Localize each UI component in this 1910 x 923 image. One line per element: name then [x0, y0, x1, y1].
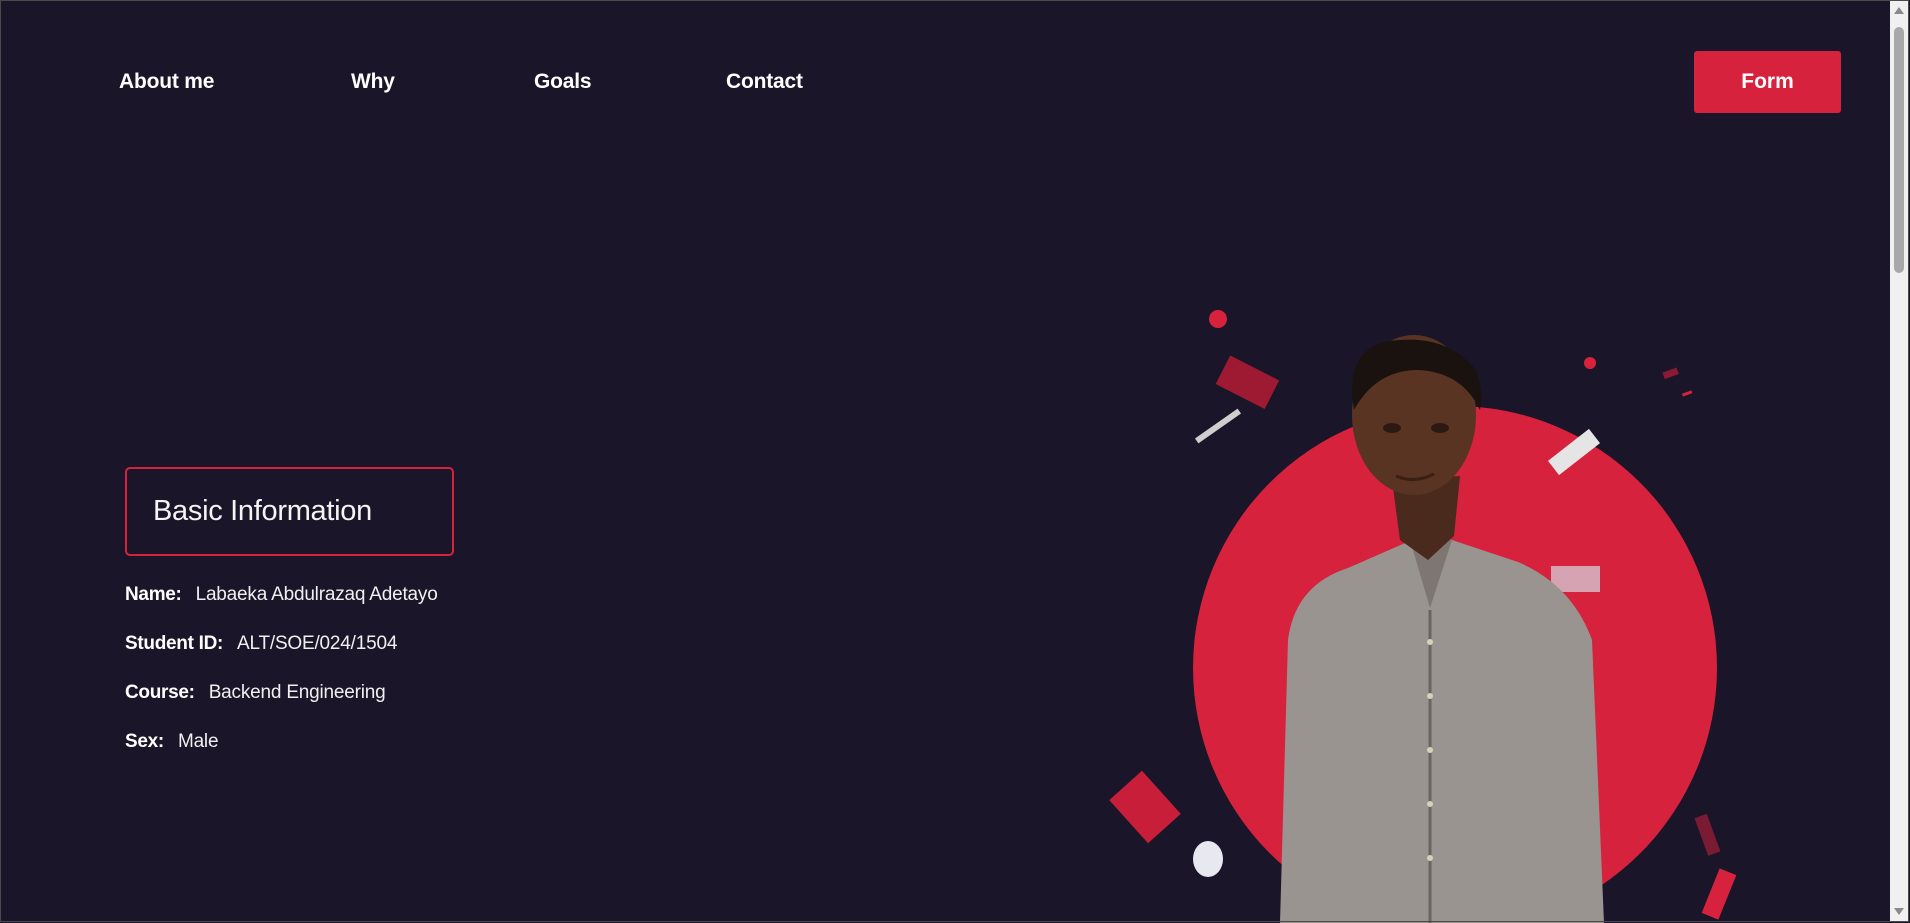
top-nav: About me Why Goals Contact Form: [0, 0, 1890, 165]
nav-link-contact[interactable]: Contact: [726, 70, 803, 94]
nav-link-about-me[interactable]: About me: [119, 70, 214, 94]
confetti-dot: [1584, 357, 1596, 369]
basic-info-title: Basic Information: [153, 495, 372, 527]
hero-illustration: [1100, 300, 1760, 923]
info-label: Course:: [125, 682, 195, 703]
confetti-rect: [1109, 770, 1181, 844]
confetti-dot: [1209, 310, 1227, 328]
info-value: ALT/SOE/024/1504: [237, 633, 398, 654]
confetti-bar: [1194, 408, 1242, 444]
confetti-rect: [1694, 813, 1721, 856]
confetti-rect: [1701, 868, 1737, 920]
page-scrollbar[interactable]: [1890, 1, 1908, 921]
info-value: Labaeka Abdulrazaq Adetayo: [195, 584, 438, 605]
info-value: Male: [177, 731, 219, 752]
info-label: Sex:: [125, 731, 164, 752]
info-row-name: Name: Labaeka Abdulrazaq Adetayo: [125, 584, 438, 606]
nav-link-why[interactable]: Why: [351, 70, 395, 94]
info-label: Name:: [125, 584, 182, 605]
info-label: Student ID:: [125, 633, 224, 654]
nav-link-goals[interactable]: Goals: [534, 70, 592, 94]
confetti-rect: [1215, 355, 1280, 409]
info-row-student-id: Student ID: ALT/SOE/024/1504: [125, 633, 397, 655]
info-value: Backend Engineering: [208, 682, 386, 703]
hero-graphic: [1109, 310, 1737, 923]
person-photo: [1280, 335, 1604, 923]
form-button[interactable]: Form: [1694, 51, 1841, 113]
info-row-sex: Sex: Male: [125, 731, 219, 753]
confetti-rect: [1681, 390, 1693, 397]
scroll-thumb[interactable]: [1894, 27, 1904, 273]
basic-info-heading-box: Basic Information: [125, 467, 454, 556]
scroll-down-arrow-icon[interactable]: [1894, 908, 1904, 915]
scroll-up-arrow-icon[interactable]: [1894, 7, 1904, 14]
confetti-dot: [1193, 841, 1223, 877]
confetti-rect: [1662, 367, 1679, 380]
info-row-course: Course: Backend Engineering: [125, 682, 386, 704]
